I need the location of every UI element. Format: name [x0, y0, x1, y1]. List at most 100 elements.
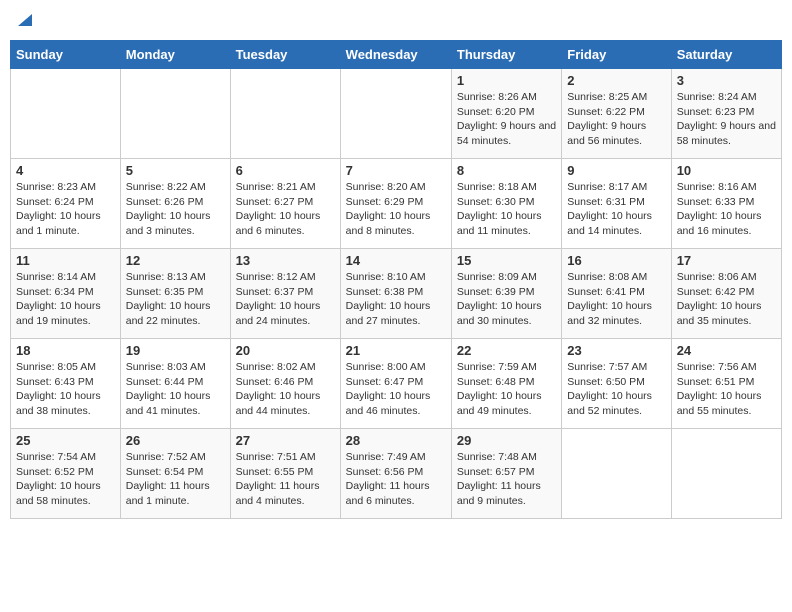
day-info: Sunrise: 8:16 AM Sunset: 6:33 PM Dayligh…: [677, 180, 776, 239]
day-info: Sunrise: 8:25 AM Sunset: 6:22 PM Dayligh…: [567, 90, 665, 149]
day-info: Sunrise: 7:57 AM Sunset: 6:50 PM Dayligh…: [567, 360, 665, 419]
day-number: 21: [346, 343, 446, 358]
day-cell: 14Sunrise: 8:10 AM Sunset: 6:38 PM Dayli…: [340, 249, 451, 339]
day-cell: 6Sunrise: 8:21 AM Sunset: 6:27 PM Daylig…: [230, 159, 340, 249]
day-cell: 26Sunrise: 7:52 AM Sunset: 6:54 PM Dayli…: [120, 429, 230, 519]
day-info: Sunrise: 8:10 AM Sunset: 6:38 PM Dayligh…: [346, 270, 446, 329]
day-cell: [11, 69, 121, 159]
day-cell: [671, 429, 781, 519]
weekday-header-saturday: Saturday: [671, 41, 781, 69]
day-number: 10: [677, 163, 776, 178]
day-info: Sunrise: 8:02 AM Sunset: 6:46 PM Dayligh…: [236, 360, 335, 419]
day-info: Sunrise: 8:12 AM Sunset: 6:37 PM Dayligh…: [236, 270, 335, 329]
day-info: Sunrise: 8:18 AM Sunset: 6:30 PM Dayligh…: [457, 180, 556, 239]
day-info: Sunrise: 8:22 AM Sunset: 6:26 PM Dayligh…: [126, 180, 225, 239]
day-number: 17: [677, 253, 776, 268]
day-info: Sunrise: 8:21 AM Sunset: 6:27 PM Dayligh…: [236, 180, 335, 239]
day-number: 19: [126, 343, 225, 358]
day-cell: [120, 69, 230, 159]
day-cell: [230, 69, 340, 159]
day-number: 11: [16, 253, 115, 268]
day-cell: 9 Sunrise: 8:17 AM Sunset: 6:31 PM Daylig…: [562, 159, 671, 249]
weekday-header-tuesday: Tuesday: [230, 41, 340, 69]
day-info: Sunrise: 7:54 AM Sunset: 6:52 PM Dayligh…: [16, 450, 115, 509]
day-number: 29: [457, 433, 556, 448]
week-row-2: 11 Sunrise: 8:14 AM Sunset: 6:34 PM Dayli…: [11, 249, 782, 339]
day-info: Sunrise: 8:17 AM Sunset: 6:31 PM Dayligh…: [567, 180, 665, 239]
day-number: 3: [677, 73, 776, 88]
weekday-header-row: SundayMondayTuesdayWednesdayThursdayFrid…: [11, 41, 782, 69]
day-cell: 29Sunrise: 7:48 AM Sunset: 6:57 PM Dayli…: [451, 429, 561, 519]
day-info: Sunrise: 8:14 AM Sunset: 6:34 PM Dayligh…: [16, 270, 115, 329]
day-number: 8: [457, 163, 556, 178]
day-info: Sunrise: 8:03 AM Sunset: 6:44 PM Dayligh…: [126, 360, 225, 419]
weekday-header-thursday: Thursday: [451, 41, 561, 69]
weekday-header-sunday: Sunday: [11, 41, 121, 69]
day-number: 24: [677, 343, 776, 358]
day-cell: 20 Sunrise: 8:02 AM Sunset: 6:46 PM Dayli…: [230, 339, 340, 429]
day-number: 16: [567, 253, 665, 268]
day-cell: 25 Sunrise: 7:54 AM Sunset: 6:52 PM Dayli…: [11, 429, 121, 519]
day-info: Sunrise: 8:09 AM Sunset: 6:39 PM Dayligh…: [457, 270, 556, 329]
day-number: 18: [16, 343, 115, 358]
page-header: [10, 10, 782, 32]
day-cell: 2 Sunrise: 8:25 AM Sunset: 6:22 PM Daylig…: [562, 69, 671, 159]
day-cell: [340, 69, 451, 159]
day-number: 2: [567, 73, 665, 88]
day-number: 23: [567, 343, 665, 358]
day-number: 7: [346, 163, 446, 178]
day-cell: 17 Sunrise: 8:06 AM Sunset: 6:42 PM Dayli…: [671, 249, 781, 339]
day-info: Sunrise: 8:05 AM Sunset: 6:43 PM Dayligh…: [16, 360, 115, 419]
weekday-header-friday: Friday: [562, 41, 671, 69]
weekday-header-monday: Monday: [120, 41, 230, 69]
day-number: 13: [236, 253, 335, 268]
day-cell: 13 Sunrise: 8:12 AM Sunset: 6:37 PM Dayli…: [230, 249, 340, 339]
day-cell: 12Sunrise: 8:13 AM Sunset: 6:35 PM Dayli…: [120, 249, 230, 339]
day-number: 12: [126, 253, 225, 268]
day-cell: 11 Sunrise: 8:14 AM Sunset: 6:34 PM Dayli…: [11, 249, 121, 339]
logo: [14, 10, 34, 32]
day-info: Sunrise: 8:06 AM Sunset: 6:42 PM Dayligh…: [677, 270, 776, 329]
day-info: Sunrise: 7:49 AM Sunset: 6:56 PM Dayligh…: [346, 450, 446, 509]
day-cell: [562, 429, 671, 519]
day-cell: 19 Sunrise: 8:03 AM Sunset: 6:44 PM Dayli…: [120, 339, 230, 429]
day-cell: 18 Sunrise: 8:05 AM Sunset: 6:43 PM Dayli…: [11, 339, 121, 429]
week-row-3: 18 Sunrise: 8:05 AM Sunset: 6:43 PM Dayli…: [11, 339, 782, 429]
calendar-body: 1 Sunrise: 8:26 AM Sunset: 6:20 PM Daylig…: [11, 69, 782, 519]
day-number: 25: [16, 433, 115, 448]
day-cell: 1 Sunrise: 8:26 AM Sunset: 6:20 PM Daylig…: [451, 69, 561, 159]
day-cell: 23 Sunrise: 7:57 AM Sunset: 6:50 PM Dayli…: [562, 339, 671, 429]
week-row-4: 25 Sunrise: 7:54 AM Sunset: 6:52 PM Dayli…: [11, 429, 782, 519]
day-number: 1: [457, 73, 556, 88]
logo-triangle-icon: [16, 10, 34, 28]
week-row-0: 1 Sunrise: 8:26 AM Sunset: 6:20 PM Daylig…: [11, 69, 782, 159]
day-number: 9: [567, 163, 665, 178]
day-number: 27: [236, 433, 335, 448]
day-info: Sunrise: 8:26 AM Sunset: 6:20 PM Dayligh…: [457, 90, 556, 149]
day-cell: 22 Sunrise: 7:59 AM Sunset: 6:48 PM Dayli…: [451, 339, 561, 429]
day-cell: 5 Sunrise: 8:22 AM Sunset: 6:26 PM Daylig…: [120, 159, 230, 249]
day-info: Sunrise: 7:52 AM Sunset: 6:54 PM Dayligh…: [126, 450, 225, 509]
day-cell: 7Sunrise: 8:20 AM Sunset: 6:29 PM Daylig…: [340, 159, 451, 249]
day-cell: 3 Sunrise: 8:24 AM Sunset: 6:23 PM Daylig…: [671, 69, 781, 159]
day-number: 20: [236, 343, 335, 358]
day-cell: 15Sunrise: 8:09 AM Sunset: 6:39 PM Dayli…: [451, 249, 561, 339]
day-number: 22: [457, 343, 556, 358]
day-info: Sunrise: 7:51 AM Sunset: 6:55 PM Dayligh…: [236, 450, 335, 509]
day-cell: 4 Sunrise: 8:23 AM Sunset: 6:24 PM Daylig…: [11, 159, 121, 249]
day-number: 4: [16, 163, 115, 178]
day-cell: 16 Sunrise: 8:08 AM Sunset: 6:41 PM Dayli…: [562, 249, 671, 339]
day-info: Sunrise: 8:00 AM Sunset: 6:47 PM Dayligh…: [346, 360, 446, 419]
day-info: Sunrise: 7:56 AM Sunset: 6:51 PM Dayligh…: [677, 360, 776, 419]
week-row-1: 4 Sunrise: 8:23 AM Sunset: 6:24 PM Daylig…: [11, 159, 782, 249]
day-number: 28: [346, 433, 446, 448]
day-cell: 28 Sunrise: 7:49 AM Sunset: 6:56 PM Dayli…: [340, 429, 451, 519]
day-number: 5: [126, 163, 225, 178]
calendar-header: SundayMondayTuesdayWednesdayThursdayFrid…: [11, 41, 782, 69]
day-info: Sunrise: 7:59 AM Sunset: 6:48 PM Dayligh…: [457, 360, 556, 419]
day-info: Sunrise: 8:24 AM Sunset: 6:23 PM Dayligh…: [677, 90, 776, 149]
day-info: Sunrise: 8:08 AM Sunset: 6:41 PM Dayligh…: [567, 270, 665, 329]
day-info: Sunrise: 8:23 AM Sunset: 6:24 PM Dayligh…: [16, 180, 115, 239]
day-cell: 8 Sunrise: 8:18 AM Sunset: 6:30 PM Daylig…: [451, 159, 561, 249]
calendar-table: SundayMondayTuesdayWednesdayThursdayFrid…: [10, 40, 782, 519]
